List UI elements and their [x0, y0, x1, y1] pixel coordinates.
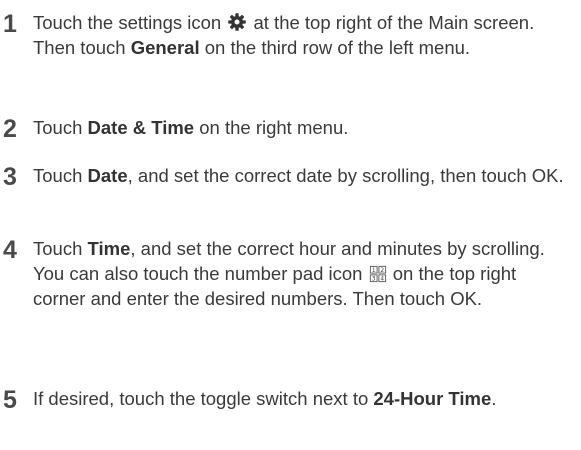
step-number: 4 — [3, 236, 17, 264]
step-text: Touch Date, and set the correct date by … — [33, 163, 573, 188]
step-text: Touch the settings icon at the top right… — [33, 10, 573, 60]
step-number: 1 — [3, 10, 17, 38]
numpad-digit: 4 — [380, 276, 384, 282]
step-text-segment: Touch — [33, 117, 88, 138]
step-text-bold: Date — [87, 165, 128, 186]
numpad-digit: 2 — [380, 268, 384, 274]
step-text-segment: Touch the settings icon — [33, 12, 227, 33]
step-number: 2 — [3, 115, 17, 143]
step-text-bold: Date & Time — [87, 117, 195, 138]
numpad-digit: 3 — [371, 276, 375, 282]
step-text-segment: on the third row of the left menu. — [199, 37, 471, 58]
step-text: Touch Time, and set the correct hour and… — [33, 236, 573, 311]
step-text: If desired, touch the toggle switch next… — [33, 386, 573, 411]
step-text-segment: Touch — [33, 238, 88, 259]
step-text-bold: General — [130, 37, 200, 58]
step-text-segment: , and set the correct date by scrolling,… — [127, 165, 564, 186]
step-text-bold: Time — [87, 238, 131, 259]
step-text-segment: If desired, touch the toggle switch next… — [33, 388, 374, 409]
numpad-digit: 1 — [371, 268, 375, 274]
step-text-segment: Touch — [33, 165, 88, 186]
gear-icon — [228, 13, 247, 31]
step-text-segment: on the right menu. — [194, 117, 349, 138]
step-text-bold: 24-Hour Time — [373, 388, 492, 409]
number-pad-icon: 1 2 3 4 — [369, 265, 386, 282]
step-number: 5 — [3, 386, 17, 414]
step-number: 3 — [3, 163, 17, 191]
step-text: Touch Date & Time on the right menu. — [33, 115, 573, 140]
step-text-segment: . — [491, 388, 497, 409]
